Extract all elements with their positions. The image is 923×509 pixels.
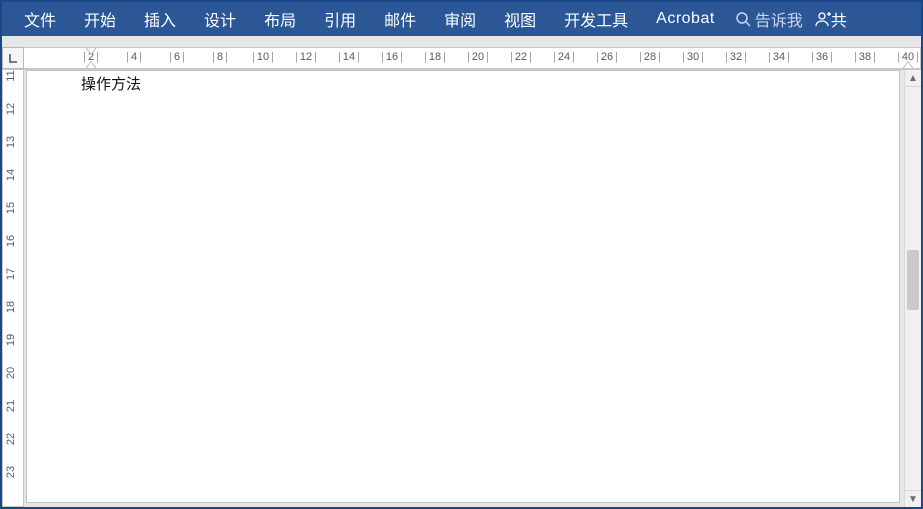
vruler-tick: 17 (5, 268, 17, 280)
hruler-tick: 10 (250, 51, 276, 63)
vruler-tick: 13 (5, 136, 17, 148)
hruler-tick: 14 (336, 51, 362, 63)
tab-review[interactable]: 审阅 (430, 2, 490, 36)
hruler-tick: 24 (551, 51, 577, 63)
vertical-scrollbar[interactable]: ▲ ▼ (904, 70, 921, 507)
document-page[interactable]: 操作方法 (26, 70, 900, 503)
hruler-tick: 16 (379, 51, 405, 63)
vruler-tick: 23 (5, 466, 17, 478)
scroll-down-button[interactable]: ▼ (905, 490, 921, 507)
tell-me-label: 告诉我 (755, 7, 803, 31)
vertical-ruler[interactable]: 11 12 13 14 15 16 17 18 19 20 21 22 23 (2, 70, 24, 507)
hruler-tick: 12 (293, 51, 319, 63)
hruler-tick: 22 (508, 51, 534, 63)
hruler-tick: 20 (465, 51, 491, 63)
vruler-tick: 18 (5, 301, 17, 313)
hruler-tick: 18 (422, 51, 448, 63)
vruler-tick: 11 (5, 70, 17, 81)
vruler-tick: 22 (5, 433, 17, 445)
first-line-indent-marker[interactable] (85, 47, 97, 55)
hruler-tick: 8 (210, 51, 230, 63)
hanging-indent-marker[interactable] (85, 61, 97, 69)
share-button[interactable]: 共 (813, 7, 847, 31)
scroll-up-button[interactable]: ▲ (905, 70, 921, 87)
document-text: 操作方法 (81, 73, 141, 94)
hruler-tick: 6 (167, 51, 187, 63)
hruler-tick: 26 (594, 51, 620, 63)
tab-view[interactable]: 视图 (490, 2, 550, 36)
share-label: 共 (831, 7, 847, 31)
hruler-tick: 30 (680, 51, 706, 63)
ribbon-tabs: 文件 开始 插入 设计 布局 引用 邮件 审阅 视图 开发工具 Acrobat … (2, 2, 921, 36)
tab-references[interactable]: 引用 (310, 2, 370, 36)
tab-design[interactable]: 设计 (190, 2, 250, 36)
hruler-tick: 28 (637, 51, 663, 63)
hruler-tick: 38 (852, 51, 878, 63)
ruler-row: 246810121416182022242628303234363840 (2, 36, 921, 70)
vruler-tick: 21 (5, 400, 17, 412)
vruler-tick: 20 (5, 367, 17, 379)
right-indent-marker[interactable] (902, 61, 914, 69)
vruler-tick: 16 (5, 235, 17, 247)
hruler-tick: 34 (766, 51, 792, 63)
horizontal-ruler[interactable]: 246810121416182022242628303234363840 (24, 47, 921, 69)
hruler-tick: 4 (124, 51, 144, 63)
tell-me-search[interactable]: 告诉我 (735, 7, 803, 31)
tab-insert[interactable]: 插入 (130, 2, 190, 36)
tab-l-icon (7, 52, 19, 64)
vruler-tick: 14 (5, 169, 17, 181)
vruler-tick: 15 (5, 202, 17, 214)
tab-home[interactable]: 开始 (70, 2, 130, 36)
hruler-tick: 32 (723, 51, 749, 63)
share-icon (813, 10, 831, 28)
vruler-tick: 12 (5, 103, 17, 115)
tab-stop-selector[interactable] (2, 47, 24, 69)
vruler-tick: 19 (5, 334, 17, 346)
tab-acrobat[interactable]: Acrobat (642, 2, 729, 36)
hruler-tick: 36 (809, 51, 835, 63)
scrollbar-thumb[interactable] (907, 250, 919, 310)
tab-layout[interactable]: 布局 (250, 2, 310, 36)
search-icon (735, 11, 751, 27)
tab-mailings[interactable]: 邮件 (370, 2, 430, 36)
tab-developer[interactable]: 开发工具 (550, 2, 642, 36)
tab-file[interactable]: 文件 (10, 2, 70, 36)
work-area: 11 12 13 14 15 16 17 18 19 20 21 22 23 操作方法 ▲ ▼ (2, 70, 921, 507)
